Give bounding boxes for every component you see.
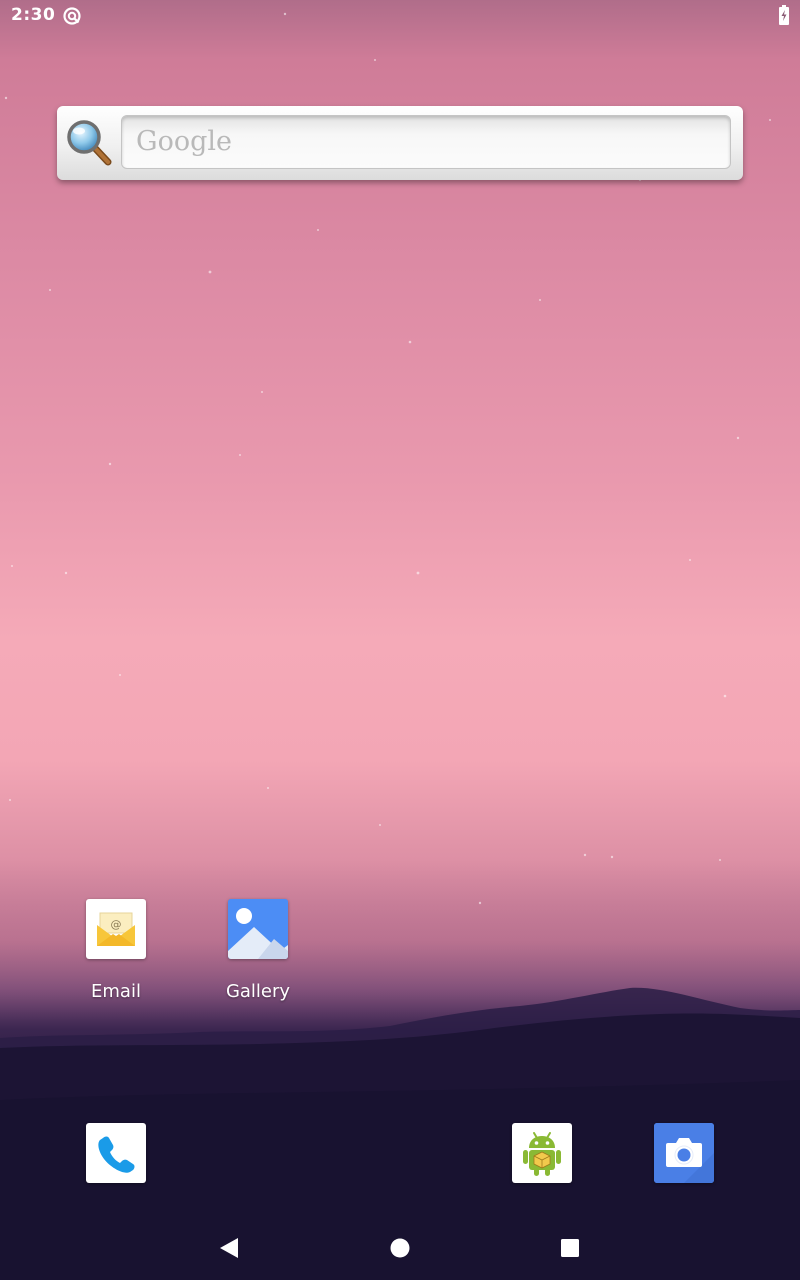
home-button[interactable] <box>370 1218 430 1278</box>
svg-text:@: @ <box>111 918 122 931</box>
home-screen: 2:30 Google @ Email Gallery <box>0 0 800 1280</box>
status-time: 2:30 <box>11 5 56 25</box>
status-bar: 2:30 <box>0 0 800 32</box>
android-icon <box>523 1132 561 1176</box>
search-placeholder: Google <box>136 126 232 157</box>
back-button[interactable] <box>200 1218 260 1278</box>
sync-status-icon <box>63 7 81 25</box>
camera-icon <box>654 1123 714 1183</box>
email-app-label[interactable]: Email <box>46 981 186 1002</box>
recents-icon <box>561 1239 579 1257</box>
magnifier-icon[interactable] <box>65 118 115 168</box>
android-app-icon[interactable] <box>512 1123 572 1183</box>
gallery-icon <box>228 899 288 959</box>
google-search-widget[interactable]: Google <box>57 106 743 180</box>
gallery-app-icon[interactable] <box>228 899 288 959</box>
navigation-bar <box>0 1216 800 1280</box>
home-icon <box>390 1238 410 1258</box>
email-app-icon[interactable]: @ <box>86 899 146 959</box>
battery-charging-icon <box>779 5 789 25</box>
phone-app-icon[interactable] <box>86 1123 146 1183</box>
camera-app-icon[interactable] <box>654 1123 714 1183</box>
recents-button[interactable] <box>540 1218 600 1278</box>
back-icon <box>220 1238 238 1258</box>
google-search-input[interactable]: Google <box>121 115 731 169</box>
email-icon: @ <box>97 912 135 946</box>
phone-icon <box>98 1136 135 1173</box>
gallery-app-label[interactable]: Gallery <box>188 981 328 1002</box>
